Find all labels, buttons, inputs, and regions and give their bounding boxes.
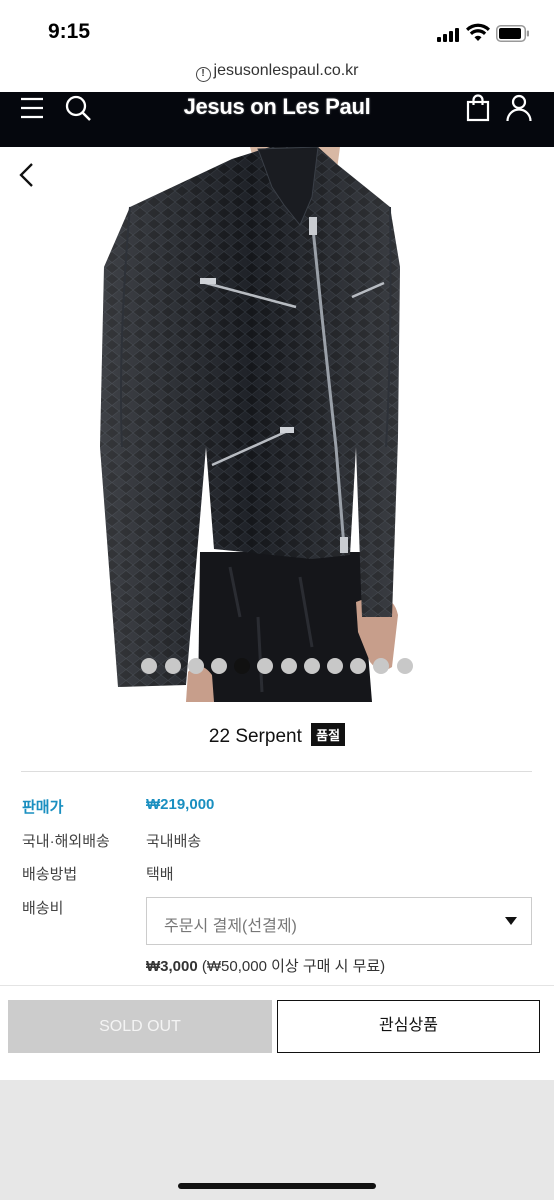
- status-bar: 9:15: [0, 0, 554, 62]
- method-value: 택배: [146, 866, 174, 883]
- price-label: 판매가: [22, 799, 64, 816]
- gallery-dot[interactable]: [396, 658, 413, 674]
- info-icon: !: [195, 67, 211, 82]
- price-value: ₩219,000: [146, 796, 215, 813]
- gallery-dot[interactable]: [141, 658, 158, 674]
- back-arrow-icon[interactable]: [14, 161, 40, 189]
- gallery-pagination: [0, 658, 554, 674]
- site-header: Jesus on Les Paul: [0, 92, 554, 147]
- gallery-dot[interactable]: [303, 658, 320, 674]
- gallery-dot[interactable]: [187, 658, 204, 674]
- gallery-dot[interactable]: [164, 658, 181, 674]
- shipping-free-condition: (₩50,000 이상 구매 시 무료): [201, 958, 386, 975]
- browser-address-bar[interactable]: ! jesusonlespaul.co.kr: [0, 62, 554, 92]
- sold-out-badge: 품절: [311, 723, 346, 746]
- dropdown-caret-icon: [505, 917, 517, 925]
- product-title: 22 Serpent 품절: [0, 723, 554, 748]
- gallery-dot[interactable]: [373, 658, 390, 674]
- shopping-bag-icon[interactable]: [466, 94, 490, 122]
- shipping-fee-note: ₩3,000 (₩50,000 이상 구매 시 무료): [146, 955, 385, 976]
- product-image-gallery[interactable]: [0, 147, 554, 702]
- gallery-dot[interactable]: [326, 658, 343, 674]
- home-indicator[interactable]: [178, 1183, 376, 1189]
- shipping-fee-select-value: 주문시 결제(선결제): [164, 918, 297, 935]
- product-name: 22 Serpent: [208, 726, 302, 747]
- user-icon[interactable]: [506, 94, 532, 122]
- page-bottom-area: [0, 1080, 554, 1200]
- url-text: jesusonlespaul.co.kr: [213, 62, 359, 79]
- cellular-signal-icon: [437, 28, 459, 42]
- action-bar: SOLD OUT 관심상품: [0, 985, 554, 1080]
- fee-label: 배송비: [22, 900, 64, 917]
- gallery-dot[interactable]: [350, 658, 367, 674]
- method-label: 배송방법: [22, 866, 78, 883]
- shipping-fee-select[interactable]: 주문시 결제(선결제): [146, 897, 532, 945]
- gallery-dot[interactable]: [234, 658, 251, 674]
- battery-icon: [496, 25, 529, 42]
- gallery-dot[interactable]: [211, 658, 228, 674]
- shipping-fee-amount: ₩3,000: [146, 958, 198, 975]
- gallery-dot[interactable]: [257, 658, 274, 674]
- delivery-value: 국내배송: [146, 833, 202, 850]
- gallery-dot[interactable]: [280, 658, 297, 674]
- delivery-label: 국내·해외배송: [22, 833, 110, 850]
- sold-out-button[interactable]: SOLD OUT: [8, 1000, 272, 1053]
- wifi-icon: [466, 23, 490, 41]
- status-time: 9:15: [48, 20, 91, 43]
- wishlist-button[interactable]: 관심상품: [277, 1000, 540, 1053]
- product-photo: [100, 147, 400, 702]
- divider: [21, 771, 532, 772]
